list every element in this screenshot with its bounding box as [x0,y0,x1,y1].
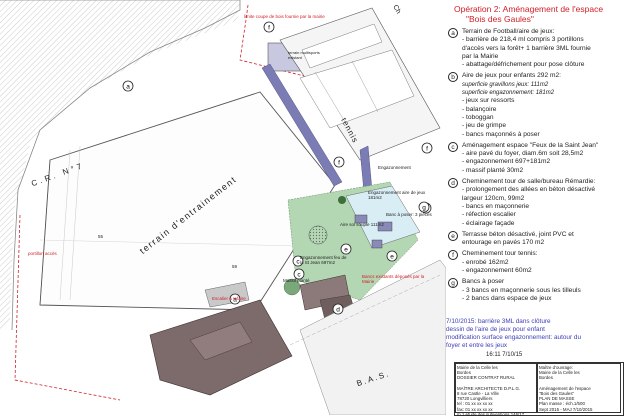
legend-line: - réfection escalier [462,211,516,219]
legend-item-a: a Terrain de Football/aire de jeux: - barr… [448,28,620,69]
legend-item-c: c Aménagement espace "Feux de la Saint Je… [448,141,620,175]
revision-note: 7/10/2015: barrière 3ML dans clôture des… [446,318,622,350]
legend-title-line2: "Bois des Gaules" [466,14,534,24]
marker-label: f [338,159,340,166]
legend-badge: c [448,141,458,152]
legend-line: - engazonnement 697+181m2 [462,158,551,166]
legend-badge: a [448,28,458,38]
legend-line: Aménagement espace "Feux de la Saint Jea… [462,141,599,149]
title-block-left: Mairie de la Celle les Bordes DOSSIER CONT… [455,363,537,417]
marker-label: f [268,24,270,31]
legend-item-f: f Cheminement tour tennis: - enrobé 162m2-… [448,250,620,275]
legend-line: - balançoire [462,105,497,113]
legend-line: superficie engazonnement: 181m2 [462,90,555,97]
legend-line: par la Mairie [462,52,499,60]
legend-line: - bancs en maçonnerie [462,202,530,210]
legend-line: Terrain de Football/aire de jeux: [462,28,555,35]
label-clos: portillon accès [28,251,57,256]
legend-line: - 2 bancs dans espace de jeux [462,294,552,302]
legend-line: - aire pavé du foyer, diam.6m soit 28,5m… [462,150,584,158]
legend-line: superficie gravillons jeux: 111m2 [462,81,549,88]
plan-sheet: aaffbccdeefg tennis terrain d'entraineme… [0,0,624,417]
marker-label: a [126,83,130,90]
legend-item-b: b Aire de jeux pour enfants 292 m2: superf… [448,72,620,138]
label-bancs-poser: Banc à poser: 3 pièces [386,212,432,217]
legend-line: - toboggan [462,113,494,121]
label-aire-sol: Aire sol souple 111m2 [340,222,384,227]
note-line: dessin de l'aire de jeux pour enfant [446,326,545,333]
legend-line: Cheminement tour de salle/bureau Rémardi… [462,178,596,186]
title-block-line: m.1 étude des subventions 146/17 [457,411,525,417]
legend-line: - jeu de grimpe [462,122,506,130]
legend-line: - éclairage façade [462,219,515,227]
site-plan: aaffbccdeefg [0,0,446,415]
label-bancs-ex: Bancs existants déposés par la Mairie [362,274,425,284]
legend-line: largeur 120cm, 99m2 [462,194,525,202]
legend-line: - barrière de 218,4 ml compris 3 portill… [462,36,584,44]
note-line: 7/10/2015: barrière 3ML dans clôture [446,318,551,325]
legend-title-line1: Opération 2: Aménagement de l'espace [454,4,604,14]
marker-label: g [422,204,426,211]
title-block: Mairie de la Celle les Bordes DOSSIER CONT… [454,362,624,417]
legend-line: - 3 bancs en maçonnerie sous les tilleul… [462,286,581,294]
legend-line: - prolongement des allées en béton désac… [462,186,596,194]
note-line: modification surface engazonnement: auto… [446,334,581,341]
legend-panel: Opération 2: Aménagement de l'espace "Bo… [448,4,620,306]
label-dim1: 55 [98,234,104,239]
legend-line: entourage en pavés 170 m2 [462,239,545,247]
legend-item-d: d Cheminement tour de salle/bureau Rémard… [448,178,620,228]
legend-badge: e [448,230,458,241]
marker-label: d [336,306,340,313]
label-engaz2: Engazonnement aire de jeux 181m2 [368,190,426,200]
timestamp: 16:11 7/10/15 [486,352,523,358]
marker-label: e [390,253,394,260]
legend-line: - engazonnement 60m2 [462,267,532,275]
label-top-note: limite coupe de bois fournie par la mair… [244,14,325,19]
label-engaz3: Engazonnement feu de la St Jean 697m2 [300,255,347,265]
legend-line: - massif planté 30m2 [462,166,524,174]
label-escalier: Escalier à refaire [212,296,246,301]
legend-badge: f [448,250,458,261]
legend-items: a Terrain de Football/aire de jeux: - barr… [448,28,620,303]
legend-badge: b [448,72,458,83]
title-block-line: Sept 2015 - MAJ 7/10/2015 [539,406,593,412]
label-dim2: 59 [232,264,238,269]
legend-line: - abattage/défrichement pour pose clôtur… [462,61,585,69]
legend-line: Aire de jeux pour enfants 292 m2: [462,72,561,80]
legend-line: Cheminement tour tennis: [462,250,538,258]
label-massif: Massif planté [283,278,310,283]
note-line: foyer et entre les jeux [446,342,508,349]
legend-badge: d [448,178,458,189]
marker-label: f [426,145,428,152]
marker-label: e [344,246,348,253]
legend-badge: g [448,278,458,289]
label-engaz: Engazonnement [378,165,411,170]
label-building-note: terrain multisports existant [288,50,320,60]
legend-line: Bancs à poser [462,278,505,286]
title-block-right: Maître d'ouvrage: Mairie de la Celle les B… [537,363,621,413]
legend-line: - bancs maçonnés à poser [462,130,540,138]
legend-item-e: e Terrasse béton désactivé, joint PVC et e… [448,230,620,248]
legend-line: d'accès vers la forêt+ 1 barrière 3ML fo… [462,44,591,52]
legend-item-g: g Bancs à poser - 3 bancs en maçonnerie so… [448,278,620,303]
legend-line: - enrobé 162m2 [462,258,509,266]
legend-line: - jeux sur ressorts [462,97,515,105]
legend-line: Terrasse béton désactivé, joint PVC et [462,230,574,238]
